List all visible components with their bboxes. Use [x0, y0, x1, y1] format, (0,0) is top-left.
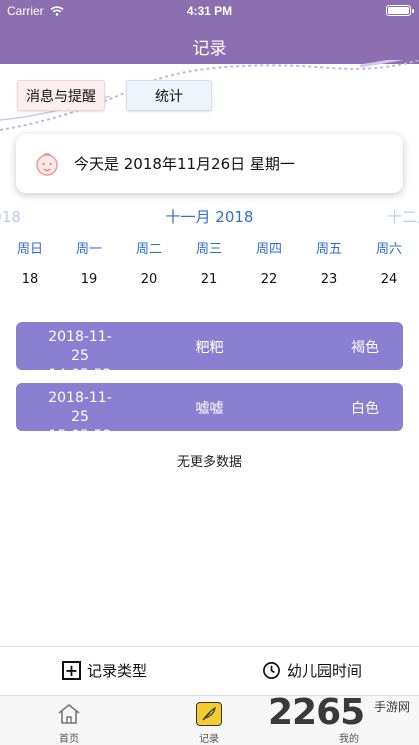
calendar-day[interactable]: 24	[369, 272, 409, 287]
record-type: 嘘嘘	[195, 401, 224, 417]
home-icon	[58, 703, 80, 724]
record-color: 白色	[351, 401, 379, 417]
watermark-suffix: 手游网	[374, 700, 411, 714]
messages-reminders-button[interactable]: 消息与提醒	[17, 80, 105, 111]
weekday-label: 周三	[195, 242, 222, 257]
weekday-row: 周日 周一 周二 周三 周四 周五 周六	[0, 238, 419, 257]
weekday-label: 周五	[315, 242, 342, 257]
feather-icon	[196, 702, 222, 726]
bottom-action-bar: + 记录类型 幼儿园时间	[0, 646, 419, 695]
plus-icon: +	[62, 661, 81, 680]
next-month-label[interactable]: 十二月 2018	[387, 206, 419, 227]
record-type-button[interactable]: + 记录类型	[62, 660, 147, 681]
date-row: 18 19 20 21 22 23 24	[0, 272, 419, 290]
watermark-logo: 2265 手游网	[262, 692, 419, 742]
current-month-label: 十一月 2018	[165, 208, 254, 226]
today-card: 今天是 2018年11月26日 星期一	[16, 134, 403, 193]
status-bar: Carrier 4:31 PM	[0, 0, 419, 22]
calendar-day[interactable]: 21	[189, 272, 229, 287]
month-header: 十月 2018 十一月 2018 十二月 2018	[0, 206, 419, 228]
status-right	[386, 5, 414, 16]
calendar-day[interactable]: 18	[10, 272, 50, 287]
no-more-data-label: 无更多数据	[176, 455, 242, 470]
tab-home-label: 首页	[59, 734, 79, 745]
calendar-day[interactable]: 23	[309, 272, 349, 287]
clock-icon	[263, 662, 280, 679]
weekday-label: 周四	[255, 242, 282, 257]
record-time: 15:05:53	[48, 428, 112, 444]
record-row[interactable]: 2018-11-25 14:05:53 粑粑 褐色	[16, 322, 403, 383]
record-color: 褐色	[351, 340, 379, 356]
record-row[interactable]: 2018-11-25 15:05:53 嘘嘘 白色	[16, 383, 403, 444]
weekday-label: 周日	[16, 242, 43, 257]
weekday-label: 周六	[375, 242, 402, 257]
record-type: 粑粑	[195, 340, 224, 356]
status-time: 4:31 PM	[186, 4, 233, 18]
kindergarten-time-label: 幼儿园时间	[287, 662, 363, 680]
calendar-day[interactable]: 22	[249, 272, 289, 287]
battery-icon	[386, 5, 414, 16]
watermark-number: 2265	[268, 692, 365, 733]
weekday-label: 周二	[135, 242, 162, 257]
statistics-button[interactable]: 统计	[126, 80, 212, 111]
today-date-text: 今天是 2018年11月26日 星期一	[74, 155, 295, 173]
calendar-day[interactable]: 20	[129, 272, 169, 287]
kindergarten-time-button[interactable]: 幼儿园时间	[262, 660, 362, 681]
tab-home[interactable]: 首页	[34, 701, 104, 745]
baby-icon	[36, 152, 58, 176]
app-screen: Carrier 4:31 PM 记录 消息与提醒 统计 今天是 2018年11月…	[0, 0, 419, 745]
tab-record[interactable]: 记录	[174, 701, 244, 745]
tab-record-label: 记录	[199, 734, 219, 745]
page-title: 记录	[192, 39, 227, 59]
record-type-label: 记录类型	[87, 662, 148, 680]
nav-header: Carrier 4:31 PM 记录	[0, 0, 419, 64]
calendar-day[interactable]: 19	[69, 272, 109, 287]
weekday-label: 周一	[75, 242, 102, 257]
